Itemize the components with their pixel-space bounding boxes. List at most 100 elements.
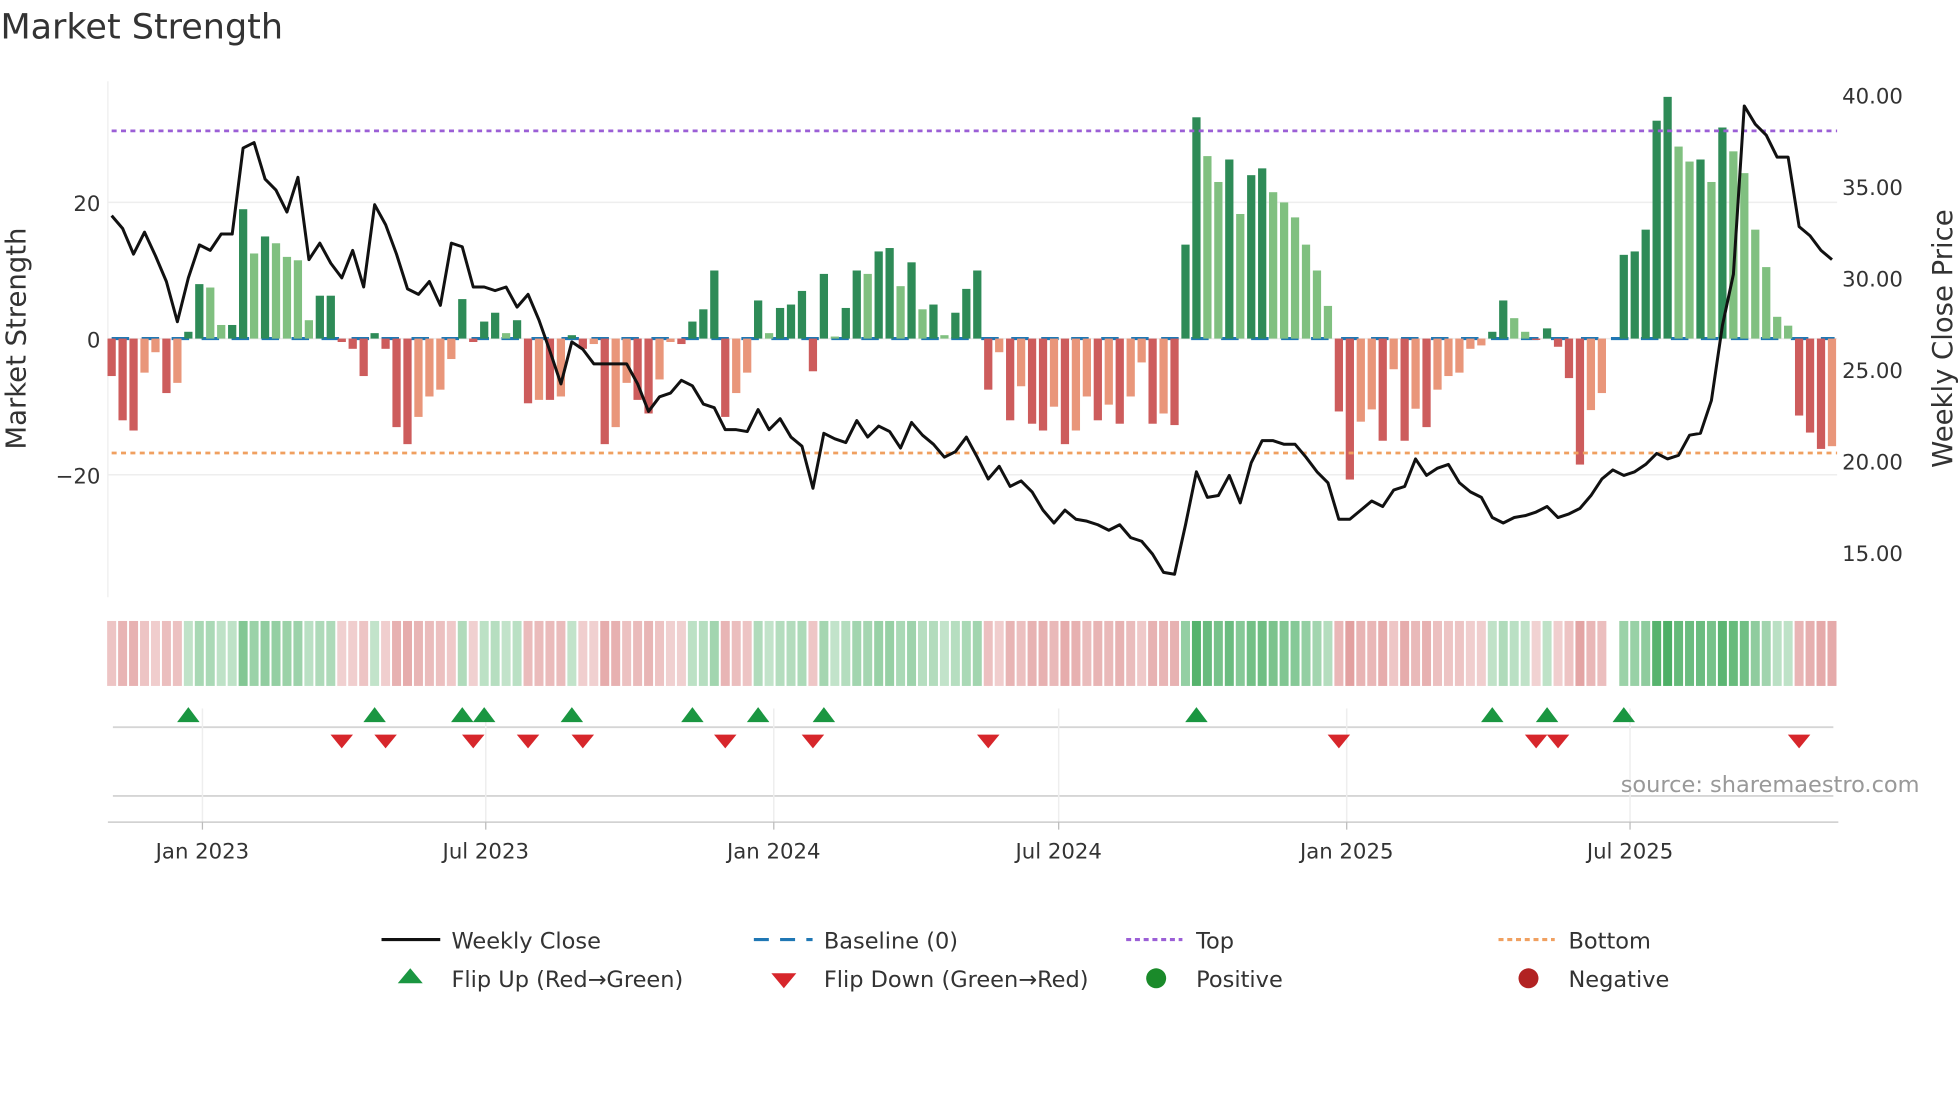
strength-bar	[819, 273, 829, 339]
heatmap-cell	[567, 620, 577, 686]
strength-bar	[732, 338, 741, 394]
strength-bar	[129, 338, 138, 431]
legend-label: Weekly Close	[451, 928, 600, 954]
strength-bar	[589, 338, 598, 345]
source-label: source: sharemaestro.com	[1621, 772, 1920, 798]
heatmap-cell	[238, 620, 248, 686]
heatmap-cell	[972, 620, 982, 686]
strength-bar	[140, 338, 149, 373]
strength-bar	[512, 320, 522, 339]
strength-bar	[282, 256, 292, 339]
heatmap-cell	[786, 620, 796, 686]
strength-bar	[1203, 156, 1212, 339]
strength-bar	[1652, 120, 1661, 339]
heatmap-cell	[720, 620, 730, 686]
heatmap-cell	[129, 620, 139, 686]
weekly-close-line	[110, 104, 1833, 576]
strength-bar	[480, 321, 489, 339]
strength-bar	[1422, 338, 1431, 428]
strength-bar	[162, 338, 171, 394]
strength-bar	[1564, 338, 1574, 379]
strength-bar	[1389, 338, 1398, 370]
flip-down-marker	[1546, 734, 1570, 749]
strength-bar	[1181, 244, 1190, 339]
legend-label: Flip Down (Green→Red)	[824, 967, 1089, 993]
triangle-up-icon	[397, 968, 423, 984]
strength-bar	[1279, 202, 1289, 339]
heatmap-cell	[468, 620, 478, 686]
strength-bar	[1367, 338, 1376, 410]
y2-tick-label: 20.00	[1842, 451, 1903, 476]
heatmap-cell	[1564, 620, 1574, 686]
heatmap-cell	[260, 620, 270, 686]
heatmap-cell	[1290, 620, 1300, 686]
strength-bar	[1060, 338, 1070, 445]
market-strength-chart: Market Strength 20 0 −20 40.00 35.00 30.00 25…	[0, 8, 1959, 993]
heatmap-cell	[1674, 620, 1684, 686]
strength-bar	[600, 338, 609, 445]
strength-bar	[721, 338, 730, 417]
heatmap-cell	[918, 620, 927, 686]
legend-label: Bottom	[1568, 928, 1650, 954]
strength-bar	[1444, 338, 1453, 377]
strength-bar	[1411, 338, 1420, 409]
strength-bar	[1225, 159, 1234, 339]
strength-bar	[337, 338, 346, 343]
heatmap-cell	[830, 620, 840, 686]
strength-bar	[1827, 338, 1837, 447]
strength-bar	[918, 309, 927, 339]
heatmap-cell	[709, 620, 719, 686]
strength-bar	[885, 248, 894, 339]
heatmap-cell	[622, 620, 632, 686]
flip-down-marker	[977, 734, 1000, 749]
strength-bar	[1597, 338, 1606, 394]
heatmap-cell	[402, 620, 412, 686]
heatmap-cell	[1443, 620, 1453, 686]
legend-label: Top	[1195, 928, 1234, 954]
strength-bar	[1104, 338, 1113, 405]
chart-title: Market Strength	[0, 8, 283, 48]
weekly-close-series	[110, 104, 1833, 576]
heatmap-cell	[928, 620, 938, 686]
flip-down-marker	[330, 734, 353, 749]
strength-bar	[764, 333, 774, 339]
heatmap-cell	[950, 620, 960, 686]
strength-bar	[1542, 328, 1552, 339]
flip-down-marker	[1524, 734, 1548, 749]
flip-down-marker	[374, 734, 397, 749]
heatmap-cell	[1082, 620, 1092, 686]
heatmap-cell	[742, 620, 752, 686]
strength-bar	[1115, 338, 1124, 424]
y2-tick-label: 40.00	[1842, 85, 1903, 110]
heatmap-cell	[775, 620, 785, 686]
strength-bar	[315, 295, 324, 339]
strength-bar	[414, 338, 423, 417]
strength-bar	[1455, 338, 1464, 373]
heatmap-cell	[381, 620, 391, 686]
heatmap-cell	[1202, 620, 1212, 686]
legend-positive: Positive	[1146, 967, 1283, 993]
heatmap-cell	[1663, 620, 1673, 686]
strength-bar	[1488, 331, 1497, 339]
strength-bar	[436, 338, 445, 390]
strength-bar	[469, 338, 478, 343]
heatmap-cell	[1772, 620, 1782, 686]
heatmap-cell	[392, 620, 402, 686]
y2-tick-label: 35.00	[1842, 176, 1903, 201]
heatmap-cell	[457, 620, 467, 686]
heatmap-cell	[665, 620, 675, 686]
y2-tick-label: 15.00	[1842, 542, 1903, 567]
strength-bar	[381, 338, 390, 349]
strength-bar	[184, 331, 193, 339]
flip-up-marker	[177, 707, 200, 723]
strength-bar	[1258, 168, 1267, 339]
strength-bar	[841, 307, 850, 339]
heatmap-cell	[611, 620, 621, 686]
heatmap-cell	[523, 620, 533, 686]
heatmap-cell	[161, 620, 171, 686]
strength-bar	[1345, 338, 1354, 480]
heatmap-cell	[293, 620, 303, 686]
heatmap-cell	[326, 620, 336, 686]
heatmap-cell	[852, 620, 862, 686]
heatmap-cell	[1148, 620, 1158, 686]
